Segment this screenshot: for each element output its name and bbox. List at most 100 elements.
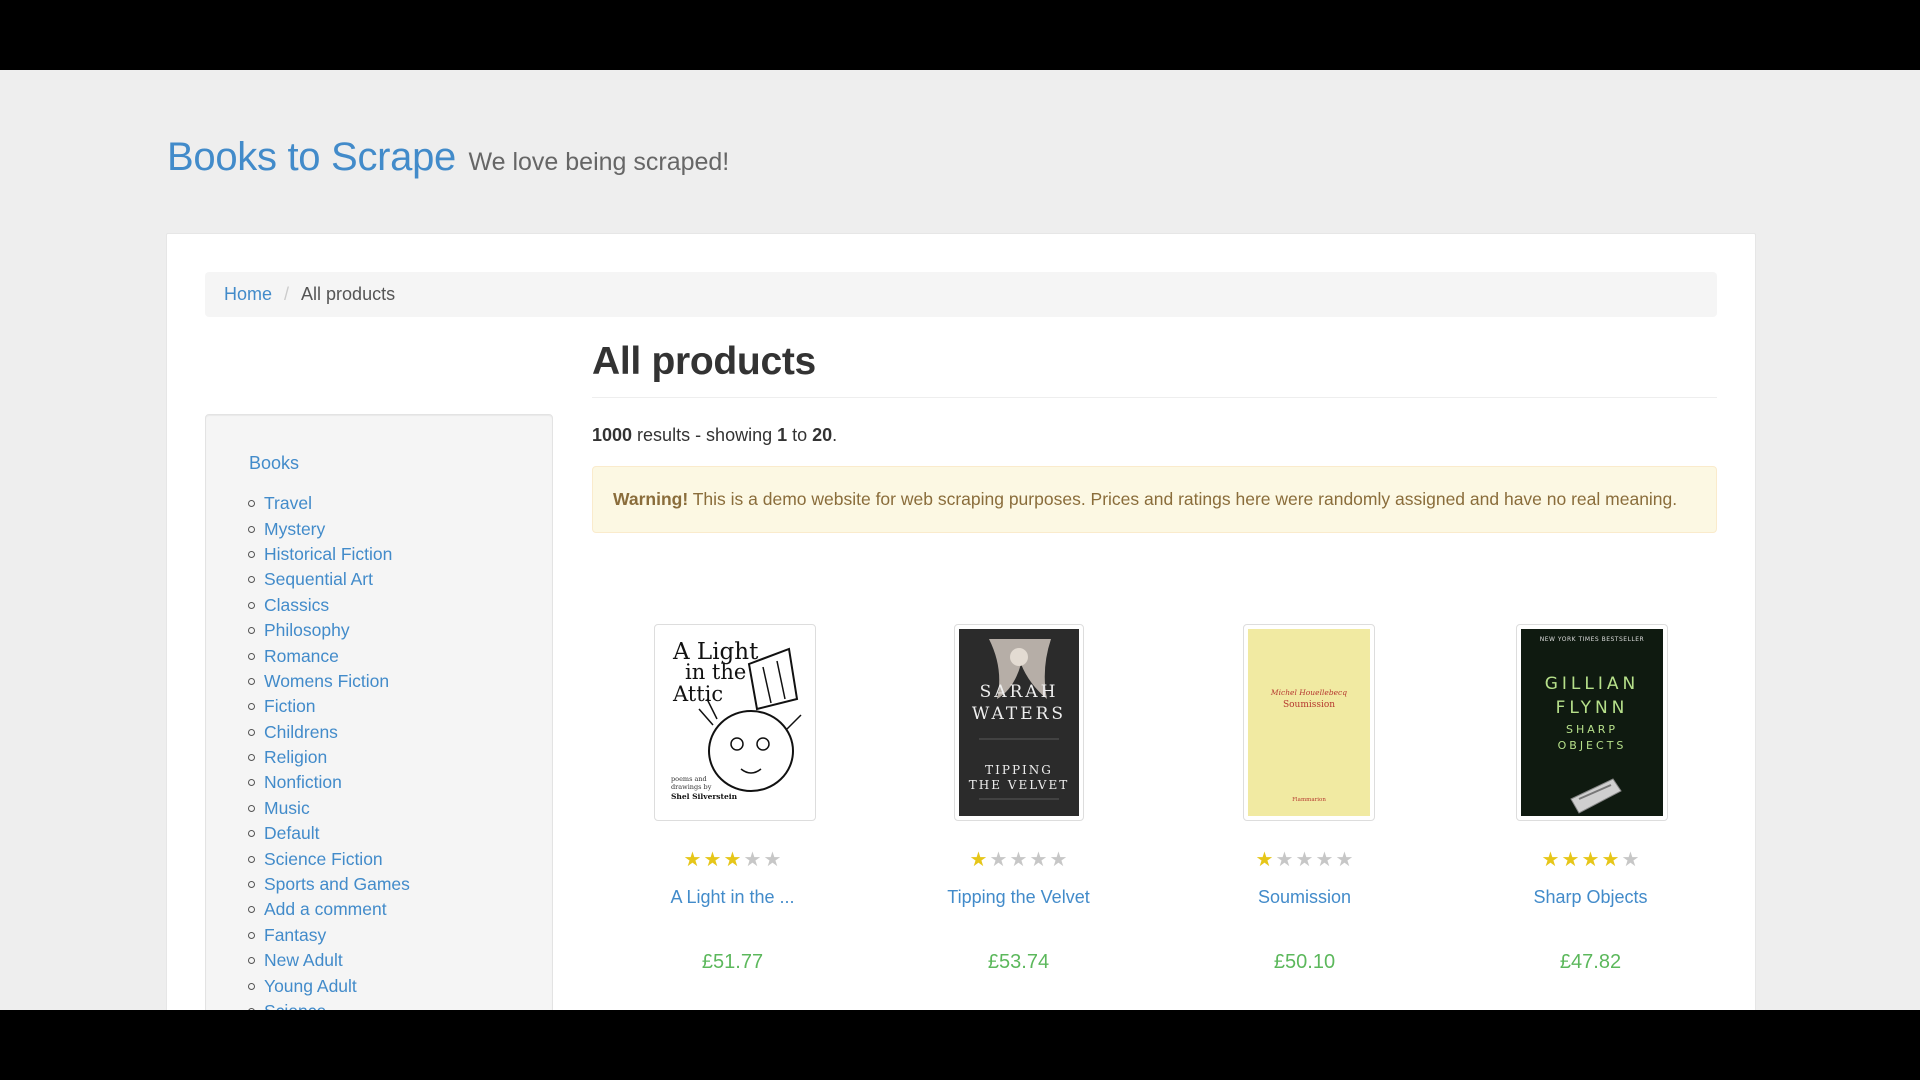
main-content: All products 1000 results - showing 1 to… xyxy=(592,340,1717,973)
bullet-icon xyxy=(248,652,255,660)
cover-author: WATERS xyxy=(972,704,1066,724)
brand-link[interactable]: Books to Scrape xyxy=(167,135,456,179)
cover-banner: NEW YORK TIMES BESTSELLER xyxy=(1540,636,1644,643)
product-title-link[interactable]: A Light in the ... xyxy=(592,887,873,908)
warning-alert: Warning! This is a demo website for web … xyxy=(592,466,1717,533)
star-filled-icon: ★ xyxy=(1561,849,1580,871)
product-price: £53.74 xyxy=(987,951,1050,973)
category-link[interactable]: Religion xyxy=(264,747,327,768)
category-link[interactable]: Sequential Art xyxy=(264,569,373,590)
product-title-link[interactable]: Soumission xyxy=(1164,887,1445,908)
category-link[interactable]: Default xyxy=(264,823,319,844)
category-link[interactable]: Womens Fiction xyxy=(264,671,389,692)
site-tagline: We love being scraped! xyxy=(468,148,730,176)
category-item: Fiction xyxy=(248,694,410,719)
category-link[interactable]: Sports and Games xyxy=(264,874,410,895)
star-empty-icon: ★ xyxy=(1335,849,1354,871)
cover-title: THE VELVET xyxy=(969,778,1069,792)
bullet-icon xyxy=(248,1008,255,1010)
star-filled-icon: ★ xyxy=(1541,849,1560,871)
bullet-icon xyxy=(248,855,255,863)
breadcrumb-home[interactable]: Home xyxy=(224,284,272,305)
bullet-icon xyxy=(248,830,255,838)
cover-publisher: Flammarion xyxy=(1292,797,1326,803)
star-filled-icon: ★ xyxy=(723,849,742,871)
alert-strong: Warning! xyxy=(613,489,689,509)
browser-viewport: Books to Scrape We love being scraped! H… xyxy=(0,70,1920,1010)
category-link[interactable]: Add a comment xyxy=(264,899,387,920)
category-item: Sports and Games xyxy=(248,872,410,897)
bullet-icon xyxy=(248,906,255,914)
category-link[interactable]: Historical Fiction xyxy=(264,544,392,565)
book-cover-tipping-the-velvet: SARAH WATERS TIPPING THE VELVET xyxy=(959,629,1079,816)
site-header: Books to Scrape We love being scraped! xyxy=(167,135,729,180)
category-item: Philosophy xyxy=(248,618,410,643)
star-empty-icon: ★ xyxy=(763,849,782,871)
category-link[interactable]: Philosophy xyxy=(264,620,350,641)
cover-title: OBJECTS xyxy=(1558,739,1627,752)
star-empty-icon: ★ xyxy=(1049,849,1068,871)
category-item: Default xyxy=(248,821,410,846)
category-link[interactable]: Music xyxy=(264,798,310,819)
cover-author: FLYNN xyxy=(1556,698,1629,718)
category-link[interactable]: Travel xyxy=(264,493,312,514)
category-link[interactable]: Young Adult xyxy=(264,976,357,997)
book-cover-sharp-objects: NEW YORK TIMES BESTSELLER GILLIAN FLYNN … xyxy=(1521,629,1663,816)
sidebar-root-books[interactable]: Books xyxy=(249,453,299,474)
category-link[interactable]: Childrens xyxy=(264,722,338,743)
star-rating: ★ ★ ★ ★ ★ xyxy=(1164,850,1445,870)
product-title-link[interactable]: Sharp Objects xyxy=(1450,887,1731,908)
star-filled-icon: ★ xyxy=(1601,849,1620,871)
star-empty-icon: ★ xyxy=(1009,849,1028,871)
cover-title-line: in the xyxy=(685,660,746,684)
category-item: Travel xyxy=(248,491,410,516)
category-item: New Adult xyxy=(248,948,410,973)
category-link[interactable]: Science xyxy=(264,1001,326,1010)
star-rating: ★ ★ ★ ★ ★ xyxy=(592,850,873,870)
star-empty-icon: ★ xyxy=(743,849,762,871)
star-empty-icon: ★ xyxy=(1621,849,1640,871)
product-title-link[interactable]: Tipping the Velvet xyxy=(878,887,1159,908)
category-link[interactable]: Science Fiction xyxy=(264,849,383,870)
product-thumbnail[interactable]: A Light in the Attic poems and drawings … xyxy=(654,624,816,821)
breadcrumb-current: All products xyxy=(301,284,396,304)
category-item: Historical Fiction xyxy=(248,542,410,567)
product-thumbnail[interactable]: NEW YORK TIMES BESTSELLER GILLIAN FLYNN … xyxy=(1516,624,1668,821)
star-rating: ★ ★ ★ ★ ★ xyxy=(1450,850,1731,870)
bullet-icon xyxy=(248,931,255,939)
category-item: Fantasy xyxy=(248,923,410,948)
bullet-icon xyxy=(248,500,255,508)
page-title: All products xyxy=(592,340,816,383)
results-total: 1000 xyxy=(592,425,633,445)
category-link[interactable]: Fantasy xyxy=(264,925,326,946)
star-filled-icon: ★ xyxy=(703,849,722,871)
bullet-icon xyxy=(248,728,255,736)
category-link[interactable]: Romance xyxy=(264,646,339,667)
cover-illustration: Michel Houellebecq Soumission Flammarion xyxy=(1248,629,1370,816)
results-period: . xyxy=(832,425,838,445)
category-link[interactable]: New Adult xyxy=(264,950,343,971)
category-item: Sequential Art xyxy=(248,567,410,592)
bullet-icon xyxy=(248,601,255,609)
product-price: £47.82 xyxy=(1559,951,1622,973)
product-price: £50.10 xyxy=(1273,951,1336,973)
bullet-icon xyxy=(248,550,255,558)
category-item: Add a comment xyxy=(248,897,410,922)
category-sidebar: Books Travel Mystery Historical Fiction Seq… xyxy=(205,414,553,1010)
results-text: results - showing xyxy=(632,425,778,445)
bullet-icon xyxy=(248,982,255,990)
category-item: Science Fiction xyxy=(248,846,410,871)
category-item: Music xyxy=(248,796,410,821)
star-filled-icon: ★ xyxy=(969,849,988,871)
category-link[interactable]: Fiction xyxy=(264,696,316,717)
cover-illustration: SARAH WATERS TIPPING THE VELVET xyxy=(959,629,1079,816)
star-empty-icon: ★ xyxy=(1315,849,1334,871)
product-thumbnail[interactable]: SARAH WATERS TIPPING THE VELVET xyxy=(954,624,1084,821)
star-filled-icon: ★ xyxy=(1581,849,1600,871)
category-link[interactable]: Mystery xyxy=(264,519,325,540)
product-thumbnail[interactable]: Michel Houellebecq Soumission Flammarion xyxy=(1243,624,1375,821)
category-item: Young Adult xyxy=(248,973,410,998)
bullet-icon xyxy=(248,881,255,889)
category-link[interactable]: Nonfiction xyxy=(264,772,342,793)
category-link[interactable]: Classics xyxy=(264,595,329,616)
